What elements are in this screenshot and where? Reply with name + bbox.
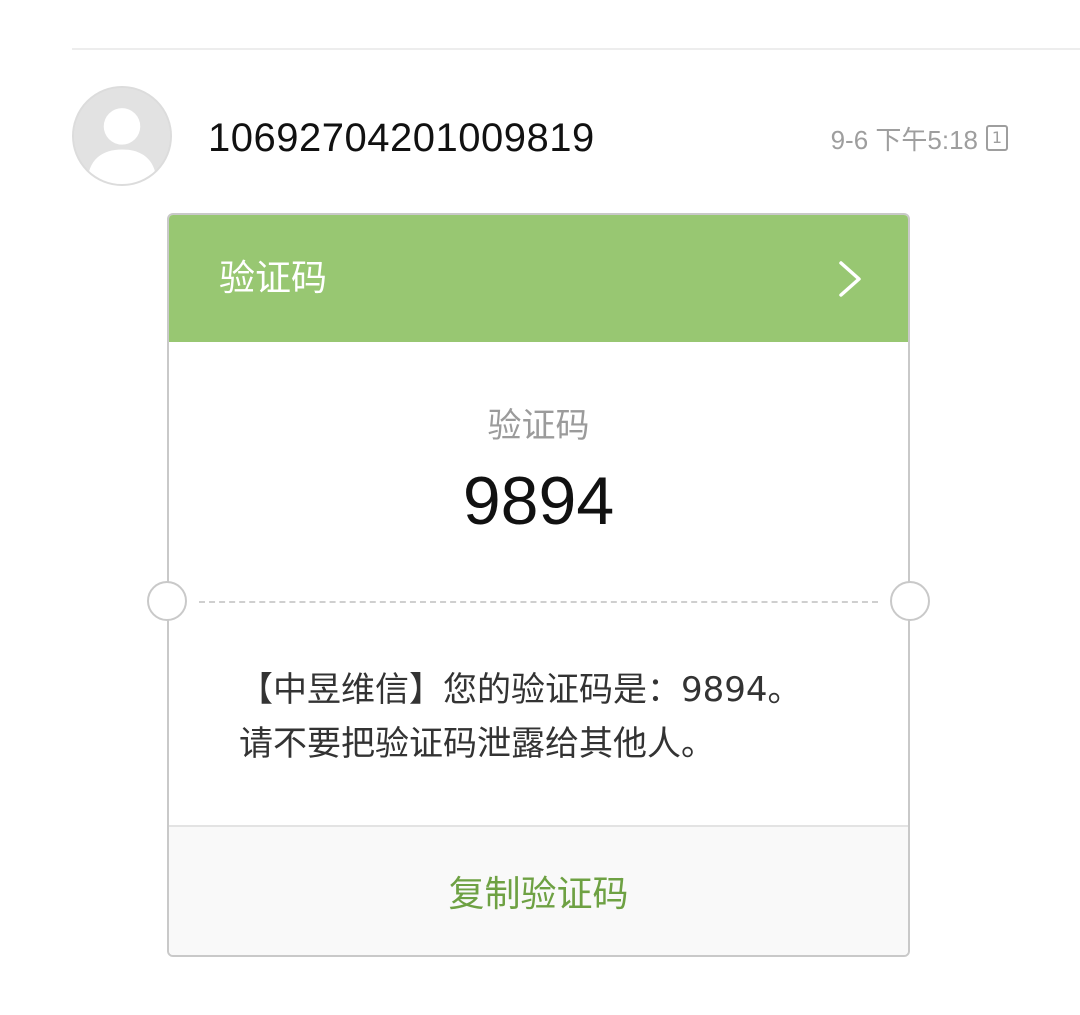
code-label: 验证码 (487, 406, 590, 446)
dashed-divider (199, 601, 878, 603)
ticket-notch-right (890, 581, 930, 621)
verification-code: 9894 (462, 463, 615, 539)
avatar[interactable] (72, 86, 172, 186)
message-body: 【中昱维信】您的验证码是：9894。 请不要把验证码泄露给其他人。 (239, 663, 879, 771)
sms-message-view: 10692704201009819 9-6 下午5:18 1 验证码 验证码 9… (0, 0, 1080, 1015)
copy-code-button[interactable]: 复制验证码 (169, 825, 908, 955)
chevron-right-icon[interactable] (836, 259, 864, 299)
sim-card-icon: 1 (986, 125, 1008, 151)
message-line-1: 【中昱维信】您的验证码是：9894。 (239, 670, 802, 710)
verification-code-card: 验证码 验证码 9894 【中昱维信】您的验证码是：9894。 请不要把验证码泄… (147, 213, 930, 957)
card-header[interactable]: 验证码 (169, 215, 908, 342)
message-time: 9-6 下午5:18 (830, 124, 978, 155)
message-line-2: 请不要把验证码泄露给其他人。 (239, 724, 715, 764)
copy-code-label: 复制验证码 (448, 874, 629, 915)
message-meta: 9-6 下午5:18 1 (831, 118, 1008, 158)
sender-number: 10692704201009819 (208, 116, 595, 160)
person-silhouette-icon (74, 88, 170, 184)
ticket-notch-left (147, 581, 187, 621)
card-header-title: 验证码 (219, 258, 328, 299)
divider (72, 48, 1080, 50)
